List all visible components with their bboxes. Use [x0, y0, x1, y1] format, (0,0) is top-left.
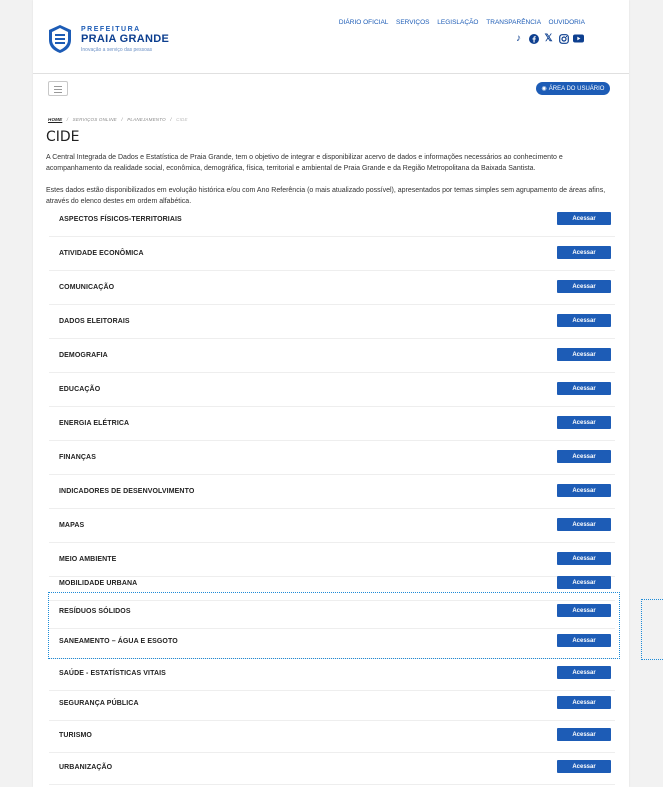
nav-legislacao[interactable]: LEGISLAÇÃO	[437, 19, 478, 26]
breadcrumb-separator: /	[66, 117, 69, 122]
category-row: INDICADORES DE DESENVOLVIMENTO Acessar	[49, 478, 615, 509]
page-container: PREFEITURA PRAIA GRANDE Inovação a servi…	[33, 0, 629, 787]
access-button[interactable]: Acessar	[557, 576, 611, 589]
category-label: SEGURANÇA PÚBLICA	[59, 700, 139, 707]
intro-paragraph: A Central Integrada de Dados e Estatísti…	[46, 154, 563, 172]
logo-name: PRAIA GRANDE	[81, 33, 170, 45]
menu-icon-bar	[54, 92, 62, 93]
breadcrumb-separator: /	[121, 117, 123, 122]
city-crest-icon	[49, 25, 71, 53]
description-paragraph: Estes dados estão disponibilizados em ev…	[46, 187, 606, 205]
category-row: ATIVIDADE ECONÔMICA Acessar	[49, 240, 615, 271]
menu-icon-bar	[54, 89, 62, 90]
category-label: SAÚDE - ESTATÍSTICAS VITAIS	[59, 670, 166, 677]
category-row: TURISMO Acessar	[49, 722, 615, 753]
side-selection-marker	[641, 599, 663, 660]
category-row: EDUCAÇÃO Acessar	[49, 376, 615, 407]
facebook-icon[interactable]	[528, 33, 539, 44]
breadcrumb-current: CIDE	[176, 117, 188, 122]
category-label: INDICADORES DE DESENVOLVIMENTO	[59, 488, 195, 495]
category-row: COMUNICAÇÃO Acessar	[49, 274, 615, 305]
access-button[interactable]: Acessar	[557, 696, 611, 709]
nav-transparencia[interactable]: TRANSPARÊNCIA	[486, 19, 540, 26]
tiktok-icon[interactable]: ♪	[513, 33, 524, 44]
access-button[interactable]: Acessar	[557, 634, 611, 647]
top-navigation: DIÁRIO OFICIAL SERVIÇOS LEGISLAÇÃO TRANS…	[333, 19, 585, 26]
site-header: PREFEITURA PRAIA GRANDE Inovação a servi…	[33, 0, 629, 60]
category-row: ENERGIA ELÉTRICA Acessar	[49, 410, 615, 441]
category-row: FINANÇAS Acessar	[49, 444, 615, 475]
user-area-button[interactable]: ◉ ÁREA DO USUÁRIO	[536, 82, 610, 95]
category-row: SEGURANÇA PÚBLICA Acessar	[49, 690, 615, 721]
category-label: ASPECTOS FÍSICOS-TERRITORIAIS	[59, 216, 182, 223]
logo-tagline: Inovação a serviço das pessoas	[81, 47, 153, 53]
breadcrumb-separator: /	[170, 117, 172, 122]
user-circle-icon: ◉	[541, 86, 547, 92]
nav-diario-oficial[interactable]: DIÁRIO OFICIAL	[339, 19, 388, 26]
x-icon[interactable]: 𝕏	[543, 33, 554, 44]
category-label: TURISMO	[59, 732, 92, 739]
category-label: URBANIZAÇÃO	[59, 764, 113, 771]
breadcrumb-planejamento[interactable]: PLANEJAMENTO	[127, 117, 166, 122]
menu-toggle-button[interactable]	[48, 81, 68, 96]
category-row: MAPAS Acessar	[49, 512, 615, 543]
category-row: SAÚDE - ESTATÍSTICAS VITAIS Acessar	[49, 660, 615, 691]
category-label: MOBILIDADE URBANA	[59, 580, 138, 587]
category-label: DEMOGRAFIA	[59, 352, 108, 359]
breadcrumb: HOME / SERVIÇOS ONLINE / PLANEJAMENTO / …	[48, 117, 188, 122]
prefeitura-logo[interactable]: PREFEITURA PRAIA GRANDE Inovação a servi…	[47, 24, 177, 58]
category-label: ATIVIDADE ECONÔMICA	[59, 250, 144, 257]
category-label: EDUCAÇÃO	[59, 386, 101, 393]
youtube-icon[interactable]	[573, 33, 584, 44]
category-label: MAPAS	[59, 522, 85, 529]
category-row: MOBILIDADE URBANA Acessar	[49, 570, 615, 601]
access-button[interactable]: Acessar	[557, 416, 611, 429]
category-label: ENERGIA ELÉTRICA	[59, 420, 130, 427]
nav-servicos[interactable]: SERVIÇOS	[396, 19, 429, 26]
instagram-icon[interactable]	[558, 33, 569, 44]
category-row: DADOS ELEITORAIS Acessar	[49, 308, 615, 339]
breadcrumb-servicos-online[interactable]: SERVIÇOS ONLINE	[73, 117, 117, 122]
access-button[interactable]: Acessar	[557, 212, 611, 225]
category-label: RESÍDUOS SÓLIDOS	[59, 608, 131, 615]
category-label: DADOS ELEITORAIS	[59, 318, 130, 325]
nav-ouvidoria[interactable]: OUVIDORIA	[549, 19, 585, 26]
access-button[interactable]: Acessar	[557, 760, 611, 773]
access-button[interactable]: Acessar	[557, 552, 611, 565]
category-label: FINANÇAS	[59, 454, 96, 461]
access-button[interactable]: Acessar	[557, 666, 611, 679]
breadcrumb-home[interactable]: HOME	[48, 117, 62, 122]
page-title: CIDE	[46, 129, 80, 145]
category-label: SANEAMENTO – ÁGUA E ESGOTO	[59, 638, 178, 645]
access-button[interactable]: Acessar	[557, 246, 611, 259]
user-area-label: ÁREA DO USUÁRIO	[548, 85, 605, 92]
category-row: DEMOGRAFIA Acessar	[49, 342, 615, 373]
access-button[interactable]: Acessar	[557, 728, 611, 741]
social-links: ♪ 𝕏	[513, 33, 584, 44]
access-button[interactable]: Acessar	[557, 450, 611, 463]
category-row: ASPECTOS FÍSICOS-TERRITORIAIS Acessar	[49, 206, 615, 237]
category-label: MEIO AMBIENTE	[59, 556, 117, 563]
access-button[interactable]: Acessar	[557, 518, 611, 531]
logo-prefix: PREFEITURA	[81, 26, 141, 33]
access-button[interactable]: Acessar	[557, 280, 611, 293]
menu-icon-bar	[54, 86, 62, 87]
access-button[interactable]: Acessar	[557, 382, 611, 395]
access-button[interactable]: Acessar	[557, 484, 611, 497]
access-button[interactable]: Acessar	[557, 348, 611, 361]
category-row: SANEAMENTO – ÁGUA E ESGOTO Acessar	[49, 628, 615, 659]
category-label: COMUNICAÇÃO	[59, 284, 115, 291]
access-button[interactable]: Acessar	[557, 314, 611, 327]
header-divider	[33, 73, 629, 74]
category-row: URBANIZAÇÃO Acessar	[49, 754, 615, 785]
category-row: RESÍDUOS SÓLIDOS Acessar	[49, 598, 615, 629]
access-button[interactable]: Acessar	[557, 604, 611, 617]
